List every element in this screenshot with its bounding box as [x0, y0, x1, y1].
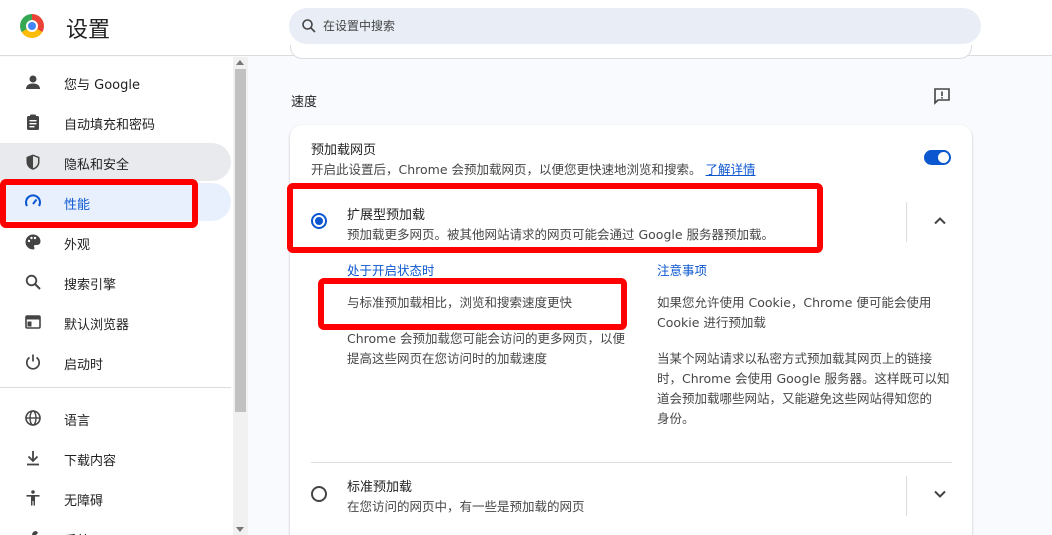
standard-preload-description: 在您访问的网页中，有一些是预加载的网页	[347, 499, 585, 514]
sidebar-item-privacy[interactable]: 隐私和安全	[0, 143, 231, 181]
shield-icon	[26, 154, 40, 170]
search-input[interactable]	[323, 16, 943, 36]
notes-point-2-line-4: 身份。	[657, 411, 695, 426]
when-on-point-2-line-1: Chrome 会预加载您可能会访问的更多网页，以便	[347, 331, 626, 346]
preload-description: 开启此设置后，Chrome 会预加载网页，以便您更快速地浏览和搜索。 了解详情	[311, 159, 756, 178]
chevron-down-icon[interactable]	[932, 486, 948, 502]
when-on-heading: 处于开启状态时	[347, 263, 435, 278]
sidebar-item-autofill[interactable]: 自动填充和密码	[0, 103, 231, 141]
clipboard-icon	[27, 114, 39, 130]
standard-preload-title: 标准预加载	[347, 480, 413, 495]
chevron-up-icon[interactable]	[932, 213, 948, 229]
sidebar-item-you-and-google[interactable]: 您与 Google	[0, 63, 231, 101]
search-icon	[25, 274, 41, 290]
scroll-thumb[interactable]	[235, 69, 246, 412]
sidebar-item-label: 自动填充和密码	[64, 118, 156, 133]
preload-description-text: 开启此设置后，Chrome 会预加载网页，以便您更快速地浏览和搜索。	[311, 162, 702, 177]
sidebar-item-label: 外观	[64, 238, 91, 253]
scroll-down-arrow-icon[interactable]	[236, 527, 244, 532]
sidebar-item-label: 您与 Google	[64, 78, 140, 93]
feedback-icon[interactable]	[933, 87, 951, 105]
sidebar-item-system[interactable]: 系统	[0, 519, 231, 535]
learn-more-link[interactable]: 了解详情	[706, 162, 756, 177]
option-separator	[906, 476, 907, 516]
sidebar-item-performance[interactable]: 性能	[0, 183, 231, 221]
chrome-logo-icon	[20, 14, 44, 38]
sidebar-item-label: 性能	[64, 198, 91, 213]
notes-point-2-line-3: 道会预加载哪些网站，又能避免这些网站得知您的	[657, 391, 933, 406]
extended-preload-title: 扩展型预加载	[347, 208, 426, 223]
when-on-point-2-line-2: 提高这些网页在您访问时的加载速度	[347, 351, 548, 366]
sidebar-item-label: 语言	[64, 414, 91, 429]
browser-icon	[25, 315, 41, 329]
sidebar-item-label: 启动时	[64, 358, 104, 373]
notes-point-1-line-1: 如果您允许使用 Cookie，Chrome 便可能会使用	[657, 295, 932, 310]
sidebar-item-accessibility[interactable]: 无障碍	[0, 479, 231, 517]
search-box[interactable]	[289, 8, 981, 44]
scroll-up-arrow-icon[interactable]	[236, 60, 244, 65]
sidebar-item-label: 无障碍	[64, 494, 104, 509]
notes-heading: 注意事项	[657, 263, 708, 278]
previous-card-bottom	[290, 45, 972, 59]
power-icon	[25, 354, 41, 370]
accessibility-icon	[26, 490, 40, 506]
preload-title: 预加载网页	[311, 143, 377, 158]
page-title: 设置	[66, 18, 111, 43]
sidebar-item-search-engine[interactable]: 搜索引擎	[0, 263, 231, 301]
extended-preload-description: 预加载更多网页。被其他网站请求的网页可能会通过 Google 服务器预加载。	[347, 227, 775, 242]
sidebar-divider	[0, 387, 231, 388]
notes-point-2-line-1: 当某个网站请求以私密方式预加载其网页上的链接	[657, 351, 933, 366]
globe-icon	[25, 410, 41, 426]
wrench-icon	[32, 531, 40, 535]
section-title: 速度	[291, 95, 318, 110]
search-icon	[302, 19, 316, 33]
notes-point-2-line-2: 时，Chrome 会使用 Google 服务器。这样既可以知	[657, 371, 950, 386]
sidebar-item-on-startup[interactable]: 启动时	[0, 343, 231, 381]
sidebar-item-label: 默认浏览器	[64, 318, 130, 333]
sidebar-item-label: 下载内容	[64, 454, 117, 469]
sidebar: 您与 Google 自动填充和密码 隐私和安全 性能 外观 搜索引擎 默认浏览器…	[0, 57, 248, 535]
speedometer-icon	[25, 194, 41, 207]
sidebar-item-label: 隐私和安全	[64, 158, 130, 173]
sidebar-scrollbar[interactable]	[233, 57, 248, 535]
notes-point-1-line-2: Cookie 进行预加载	[657, 315, 766, 330]
when-on-point-1: 与标准预加载相比，浏览和搜索速度更快	[347, 295, 573, 310]
extended-preload-radio[interactable]	[311, 213, 327, 229]
sidebar-item-downloads[interactable]: 下载内容	[0, 439, 231, 477]
person-icon	[26, 75, 40, 89]
sidebar-item-label: 系统	[64, 530, 90, 535]
preload-toggle[interactable]	[924, 150, 951, 165]
palette-icon	[25, 234, 41, 250]
options-divider	[311, 462, 952, 463]
sidebar-item-default-browser[interactable]: 默认浏览器	[0, 303, 231, 341]
standard-preload-radio[interactable]	[311, 486, 327, 502]
sidebar-item-appearance[interactable]: 外观	[0, 223, 231, 261]
sidebar-item-label: 搜索引擎	[64, 278, 117, 293]
download-icon	[27, 451, 39, 466]
option-separator	[906, 202, 907, 242]
sidebar-item-languages[interactable]: 语言	[0, 399, 231, 437]
